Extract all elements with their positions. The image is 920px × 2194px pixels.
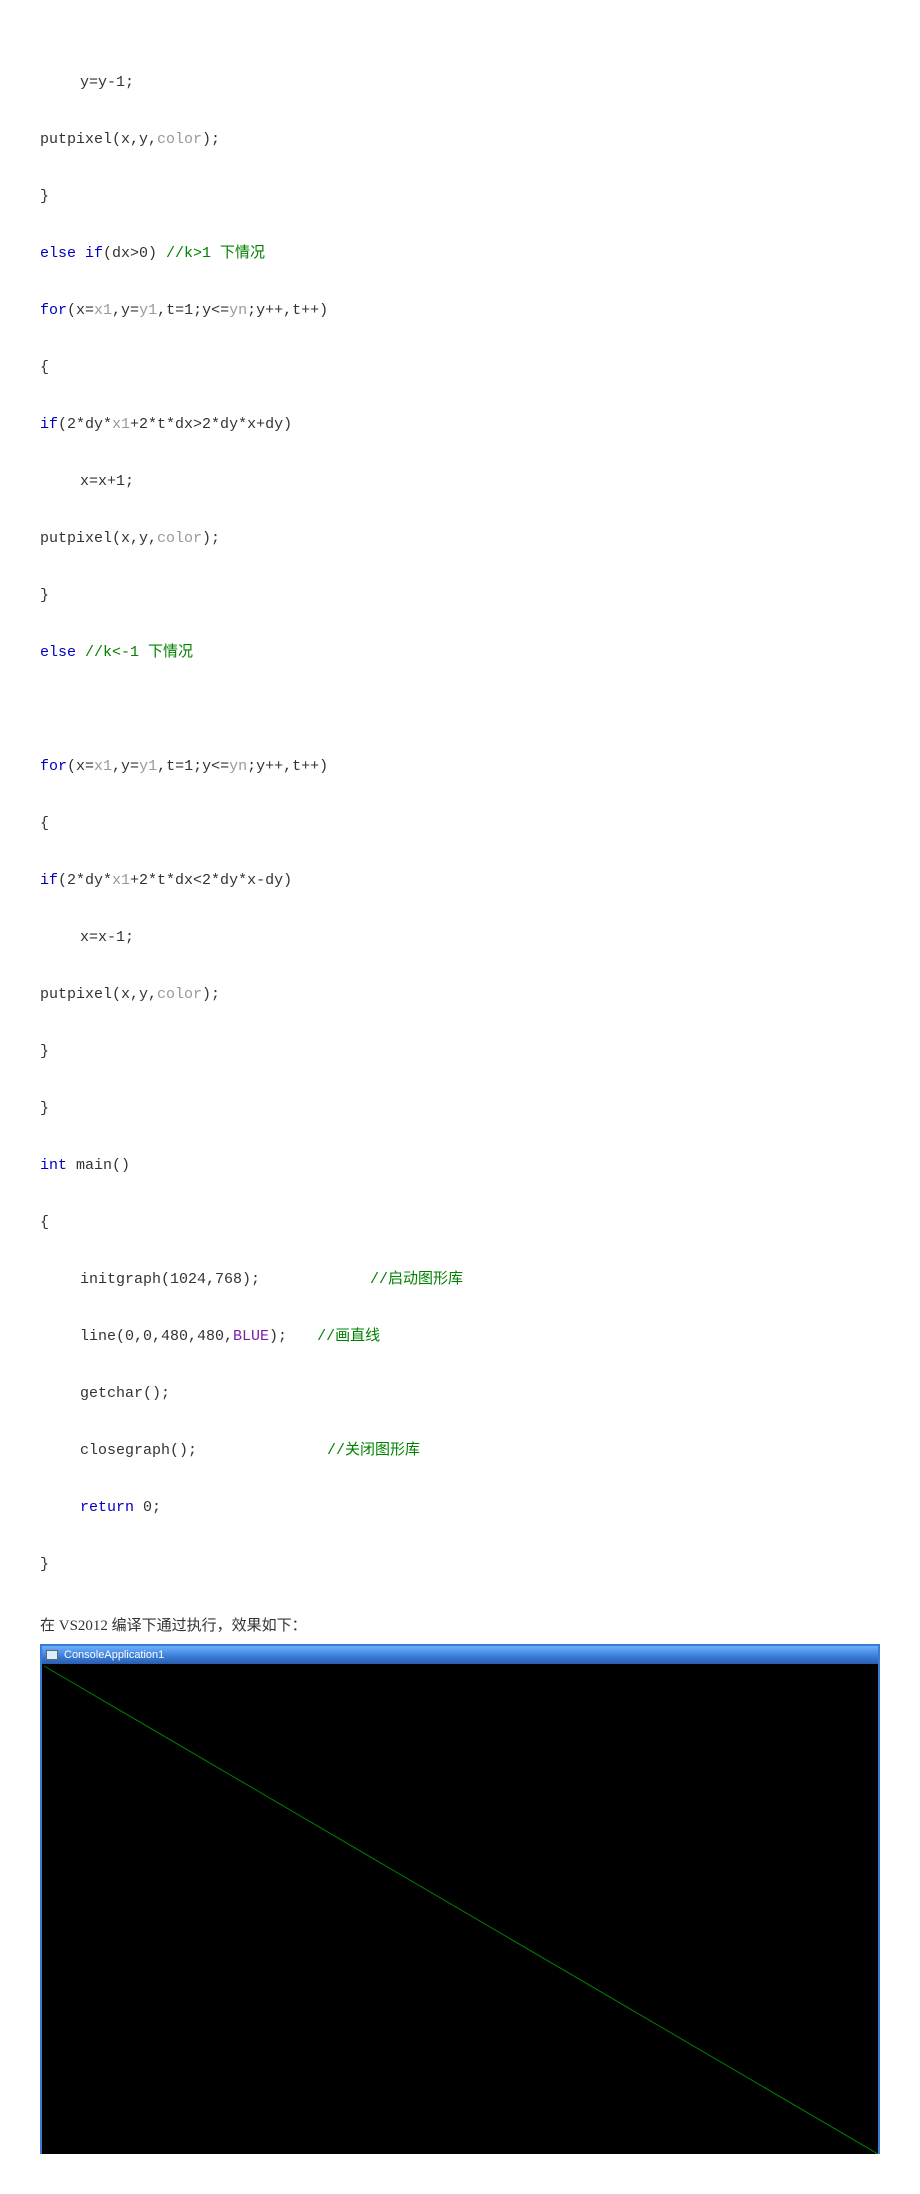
code-line: } bbox=[40, 183, 880, 212]
code-line: if(2*dy*x1+2*t*dx<2*dy*x-dy) bbox=[40, 867, 880, 896]
code-line: } bbox=[40, 582, 880, 611]
code-line bbox=[40, 696, 880, 725]
code-line: for(x=x1,y=y1,t=1;y<=yn;y++,t++) bbox=[40, 297, 880, 326]
code-line: putpixel(x,y,color); bbox=[40, 981, 880, 1010]
code-line: int main() bbox=[40, 1152, 880, 1181]
code-line: { bbox=[40, 1209, 880, 1238]
console-titlebar: ConsoleApplication1 bbox=[42, 1646, 878, 1664]
result-caption: 在 VS2012 编译下通过执行，效果如下： bbox=[40, 1612, 880, 1641]
code-line: for(x=x1,y=y1,t=1;y<=yn;y++,t++) bbox=[40, 753, 880, 782]
console-window: ConsoleApplication1 bbox=[40, 1644, 880, 2154]
code-line: x=x-1; bbox=[40, 924, 880, 953]
code-line: initgraph(1024,768);//启动图形库 bbox=[40, 1266, 880, 1295]
code-line: x=x+1; bbox=[40, 468, 880, 497]
code-line: else //k<-1 下情况 bbox=[40, 639, 880, 668]
code-line: putpixel(x,y,color); bbox=[40, 525, 880, 554]
code-line: { bbox=[40, 810, 880, 839]
code-line: } bbox=[40, 1095, 880, 1124]
code-line: line(0,0,480,480,BLUE);//画直线 bbox=[40, 1323, 880, 1352]
code-line: else if(dx>0) //k>1 下情况 bbox=[40, 240, 880, 269]
console-output bbox=[42, 1664, 878, 2154]
code-line: if(2*dy*x1+2*t*dx>2*dy*x+dy) bbox=[40, 411, 880, 440]
code-line: return 0; bbox=[40, 1494, 880, 1523]
code-line: } bbox=[40, 1038, 880, 1067]
console-title: ConsoleApplication1 bbox=[64, 1645, 164, 1666]
code-line: { bbox=[40, 354, 880, 383]
code-line: putpixel(x,y,color); bbox=[40, 126, 880, 155]
code-line: y=y-1; bbox=[40, 69, 880, 98]
code-block: y=y-1; putpixel(x,y,color); } else if(dx… bbox=[40, 40, 880, 1608]
code-line: } bbox=[40, 1551, 880, 1580]
code-line: closegraph();//关闭图形库 bbox=[40, 1437, 880, 1466]
code-line: getchar(); bbox=[40, 1380, 880, 1409]
app-icon bbox=[46, 1650, 58, 1660]
